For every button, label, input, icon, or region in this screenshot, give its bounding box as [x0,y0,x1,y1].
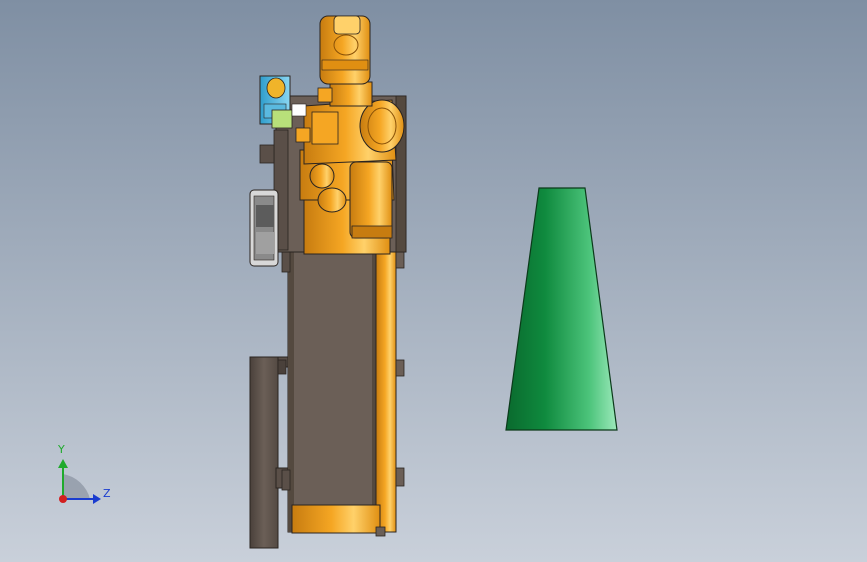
viewport-background [0,0,867,562]
axis-z-label: Z [103,487,111,500]
main-column[interactable] [281,249,379,533]
cad-scene[interactable] [0,0,867,562]
cad-viewport[interactable]: Y Z [0,0,867,562]
axis-y-label: Y [58,443,65,456]
